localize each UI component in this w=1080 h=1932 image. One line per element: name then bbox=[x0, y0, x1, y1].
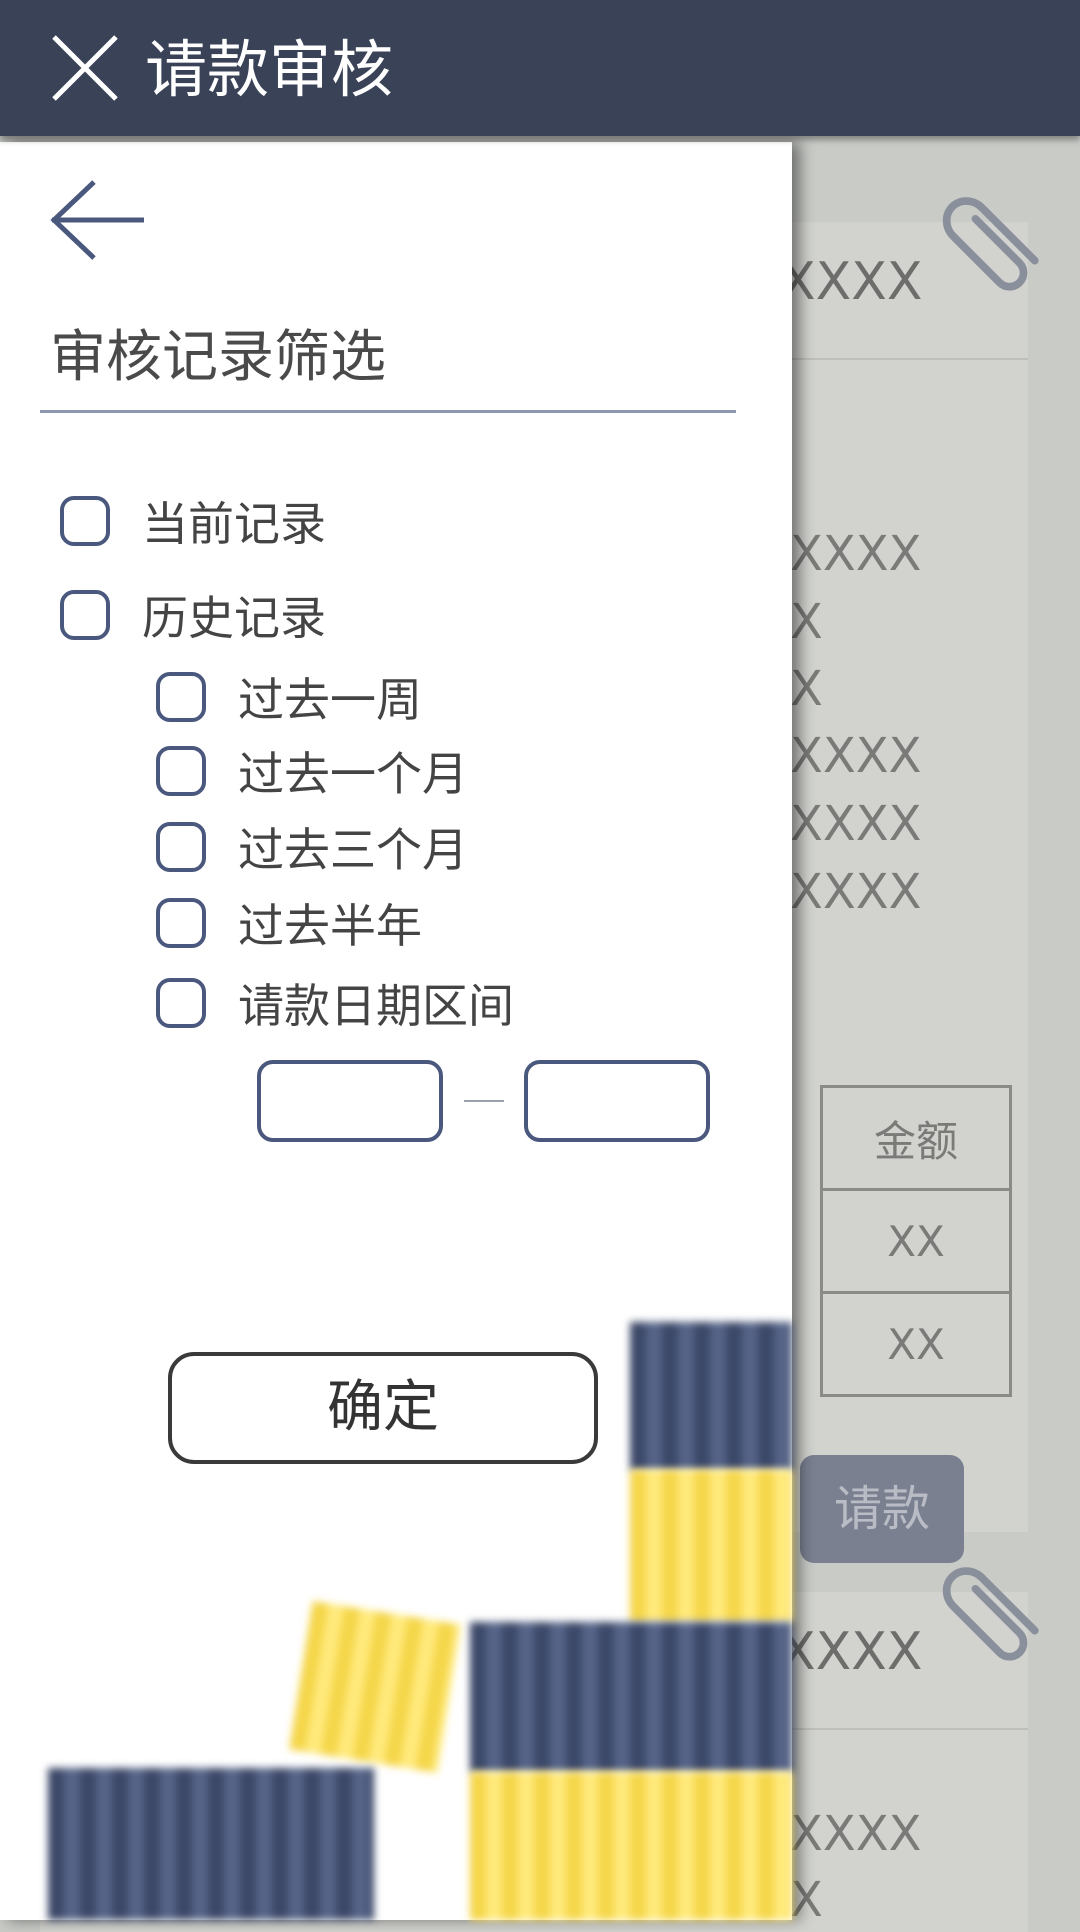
option-label: 过去三个月 bbox=[238, 823, 468, 877]
option-date-range[interactable]: 请款日期区间 bbox=[156, 970, 514, 1036]
card-line: XXXX bbox=[790, 526, 922, 582]
option-label: 过去一个月 bbox=[238, 747, 468, 801]
checkbox[interactable] bbox=[156, 746, 206, 796]
option-past-month[interactable]: 过去一个月 bbox=[156, 738, 468, 804]
filter-drawer: 审核记录筛选 当前记录 历史记录 过去一周 过去一个月 过去三个月 过去半年 请… bbox=[0, 142, 792, 1920]
option-current-records[interactable]: 当前记录 bbox=[60, 488, 326, 554]
checkbox[interactable] bbox=[60, 496, 110, 546]
table-header-amount: 金额 bbox=[820, 1085, 1012, 1191]
option-label: 当前记录 bbox=[142, 497, 326, 551]
card-line: XXXX bbox=[790, 1806, 922, 1862]
card-line: XXXX bbox=[790, 728, 922, 784]
amount-table: 金额 XX XX bbox=[820, 1085, 1012, 1397]
checkbox[interactable] bbox=[156, 978, 206, 1028]
paperclip-icon[interactable] bbox=[938, 1558, 1048, 1668]
date-range-separator bbox=[464, 1100, 504, 1102]
option-past-three-months[interactable]: 过去三个月 bbox=[156, 814, 468, 880]
card-line: XXXX bbox=[790, 796, 922, 852]
option-label: 过去一周 bbox=[238, 673, 422, 727]
request-payment-button[interactable]: 请款 bbox=[800, 1455, 964, 1563]
option-label: 历史记录 bbox=[142, 591, 326, 645]
paperclip-icon[interactable] bbox=[938, 188, 1048, 298]
end-date-input[interactable] bbox=[524, 1060, 710, 1142]
checkbox[interactable] bbox=[156, 898, 206, 948]
checkbox[interactable] bbox=[156, 672, 206, 722]
option-past-half-year[interactable]: 过去半年 bbox=[156, 890, 422, 956]
option-label: 过去半年 bbox=[238, 899, 422, 953]
divider bbox=[40, 410, 736, 413]
app-bar: 请款审核 bbox=[0, 0, 1080, 136]
option-history-records[interactable]: 历史记录 bbox=[60, 582, 326, 648]
table-cell: XX bbox=[820, 1291, 1012, 1397]
checkbox[interactable] bbox=[156, 822, 206, 872]
card-line: X bbox=[790, 594, 823, 650]
option-past-week[interactable]: 过去一周 bbox=[156, 664, 422, 730]
page-title: 请款审核 bbox=[145, 33, 394, 106]
drawer-title: 审核记录筛选 bbox=[50, 325, 386, 390]
card-line: X bbox=[790, 1872, 823, 1928]
checkbox[interactable] bbox=[60, 590, 110, 640]
start-date-input[interactable] bbox=[257, 1060, 443, 1142]
card-line: X bbox=[790, 661, 823, 717]
card-line: XXXX bbox=[790, 864, 922, 920]
close-icon[interactable] bbox=[50, 33, 120, 103]
card-header-text: XXXX bbox=[780, 1622, 923, 1682]
card-header-text: XXXX bbox=[780, 252, 923, 312]
table-cell: XX bbox=[820, 1188, 1012, 1294]
back-arrow-icon[interactable] bbox=[48, 178, 148, 262]
option-label: 请款日期区间 bbox=[238, 979, 514, 1033]
confirm-button[interactable]: 确定 bbox=[168, 1352, 598, 1464]
